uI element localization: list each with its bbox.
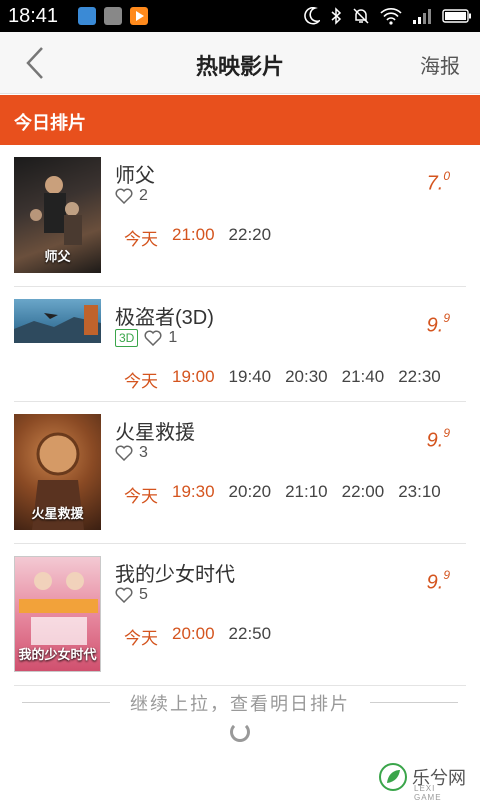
section-header: 今日排片: [0, 95, 480, 145]
loading-spinner-icon: [230, 722, 250, 742]
title-bar: 热映影片 海报: [0, 32, 480, 94]
today-label: 今天: [124, 230, 158, 249]
today-label: 今天: [124, 629, 158, 648]
movie-poster[interactable]: 师父: [14, 157, 101, 273]
movie-rating: 9.9: [426, 568, 450, 595]
rating-main: 9.: [426, 571, 444, 594]
showtime[interactable]: 22:20: [229, 225, 272, 250]
watermark: 乐兮网 LEXI GAME: [378, 762, 466, 800]
rating-decimal: 0: [443, 169, 450, 183]
battery-icon: [442, 9, 471, 23]
mute-icon: [353, 8, 369, 24]
heart-icon[interactable]: [144, 330, 162, 346]
showtime[interactable]: 22:30: [398, 367, 441, 392]
like-count: 2: [139, 187, 148, 204]
pull-up-hint: 继续上拉，查看明日排片: [0, 688, 480, 718]
poster-scene: [14, 305, 101, 343]
rating-decimal: 9: [443, 311, 450, 325]
poster-caption: 师父: [44, 249, 71, 264]
like-count: 5: [139, 586, 148, 603]
rating-decimal: 9: [443, 568, 450, 582]
showtime[interactable]: 20:00: [172, 624, 215, 649]
showtime[interactable]: 21:10: [285, 482, 328, 507]
moon-icon: [304, 7, 320, 25]
showtime[interactable]: 23:10: [398, 482, 441, 507]
showtime[interactable]: 21:00: [172, 225, 215, 250]
movie-item[interactable]: 火星救援 火星救援 3 9.9 今天 19:30 20:20 21:10 22:…: [0, 402, 480, 544]
watermark-subtext: LEXI GAME: [414, 784, 442, 800]
showtime[interactable]: 21:40: [342, 367, 385, 392]
movie-rating: 9.9: [426, 311, 450, 338]
showtime[interactable]: 19:00: [172, 367, 215, 392]
movie-rating: 9.9: [426, 426, 450, 453]
movie-title: 极盗者(3D): [115, 307, 214, 329]
wifi-icon: [380, 8, 402, 25]
rating-main: 9.: [426, 314, 444, 337]
app-notification-icon: [78, 7, 96, 25]
poster-button[interactable]: 海报: [420, 50, 460, 79]
bluetooth-icon: [331, 7, 342, 25]
poster-caption: 我的少女时代: [18, 647, 97, 662]
video-app-icon: [130, 7, 148, 25]
movie-title: 师父: [115, 165, 155, 187]
movie-poster[interactable]: [14, 299, 101, 343]
badge-3d: 3D: [115, 329, 139, 347]
movie-item[interactable]: 极盗者(3D) 3D 1 9.9 今天 19:00 19:40 20:30 21…: [0, 287, 480, 402]
heart-icon[interactable]: [115, 188, 133, 204]
heart-icon[interactable]: [115, 587, 133, 603]
pull-up-text: 继续上拉，查看明日排片: [130, 694, 350, 714]
showtime[interactable]: 19:40: [229, 367, 272, 392]
movie-item[interactable]: 我的少女时代 我的少女时代 5 9.9 今天 20:00 22:50: [0, 544, 480, 686]
status-time: 18:41: [8, 5, 59, 27]
heart-icon[interactable]: [115, 445, 133, 461]
movie-meta: 2: [115, 187, 148, 205]
showtimes: 今天 20:00 22:50: [124, 624, 271, 649]
status-bar: 18:41: [0, 0, 480, 32]
movie-poster[interactable]: 我的少女时代: [14, 556, 101, 672]
showtimes: 今天 19:00 19:40 20:30 21:40 22:30: [124, 367, 441, 392]
movie-meta: 3: [115, 444, 148, 462]
app-notification-icon: [104, 7, 122, 25]
today-label: 今天: [124, 372, 158, 391]
status-icons: [304, 5, 472, 27]
showtimes: 今天 21:00 22:20: [124, 225, 271, 250]
poster-caption: 火星救援: [31, 506, 84, 521]
divider: [370, 702, 458, 703]
leaf-logo-icon: [379, 763, 407, 791]
rating-decimal: 9: [443, 426, 450, 440]
showtime[interactable]: 22:00: [342, 482, 385, 507]
showtime[interactable]: 20:30: [285, 367, 328, 392]
showtime[interactable]: 20:20: [229, 482, 272, 507]
movie-meta: 5: [115, 586, 148, 604]
movie-poster[interactable]: 火星救援: [14, 414, 101, 530]
divider: [14, 685, 466, 686]
rating-main: 9.: [426, 429, 444, 452]
movie-title: 我的少女时代: [115, 564, 235, 586]
like-count: 3: [139, 444, 148, 461]
page-title: 热映影片: [195, 54, 284, 79]
today-label: 今天: [124, 487, 158, 506]
rating-main: 7.: [426, 172, 444, 195]
movie-title: 火星救援: [115, 422, 195, 444]
showtime[interactable]: 22:50: [229, 624, 272, 649]
movie-item[interactable]: 师父 师父 2 7.0 今天 21:00 22:20: [0, 145, 480, 287]
movie-meta: 3D 1: [115, 329, 177, 347]
showtime[interactable]: 19:30: [172, 482, 215, 507]
movie-rating: 7.0: [426, 169, 450, 196]
section-title: 今日排片: [14, 113, 86, 133]
showtimes: 今天 19:30 20:20 21:10 22:00 23:10: [124, 482, 441, 507]
signal-icon: [413, 9, 431, 24]
like-count: 1: [168, 329, 178, 346]
